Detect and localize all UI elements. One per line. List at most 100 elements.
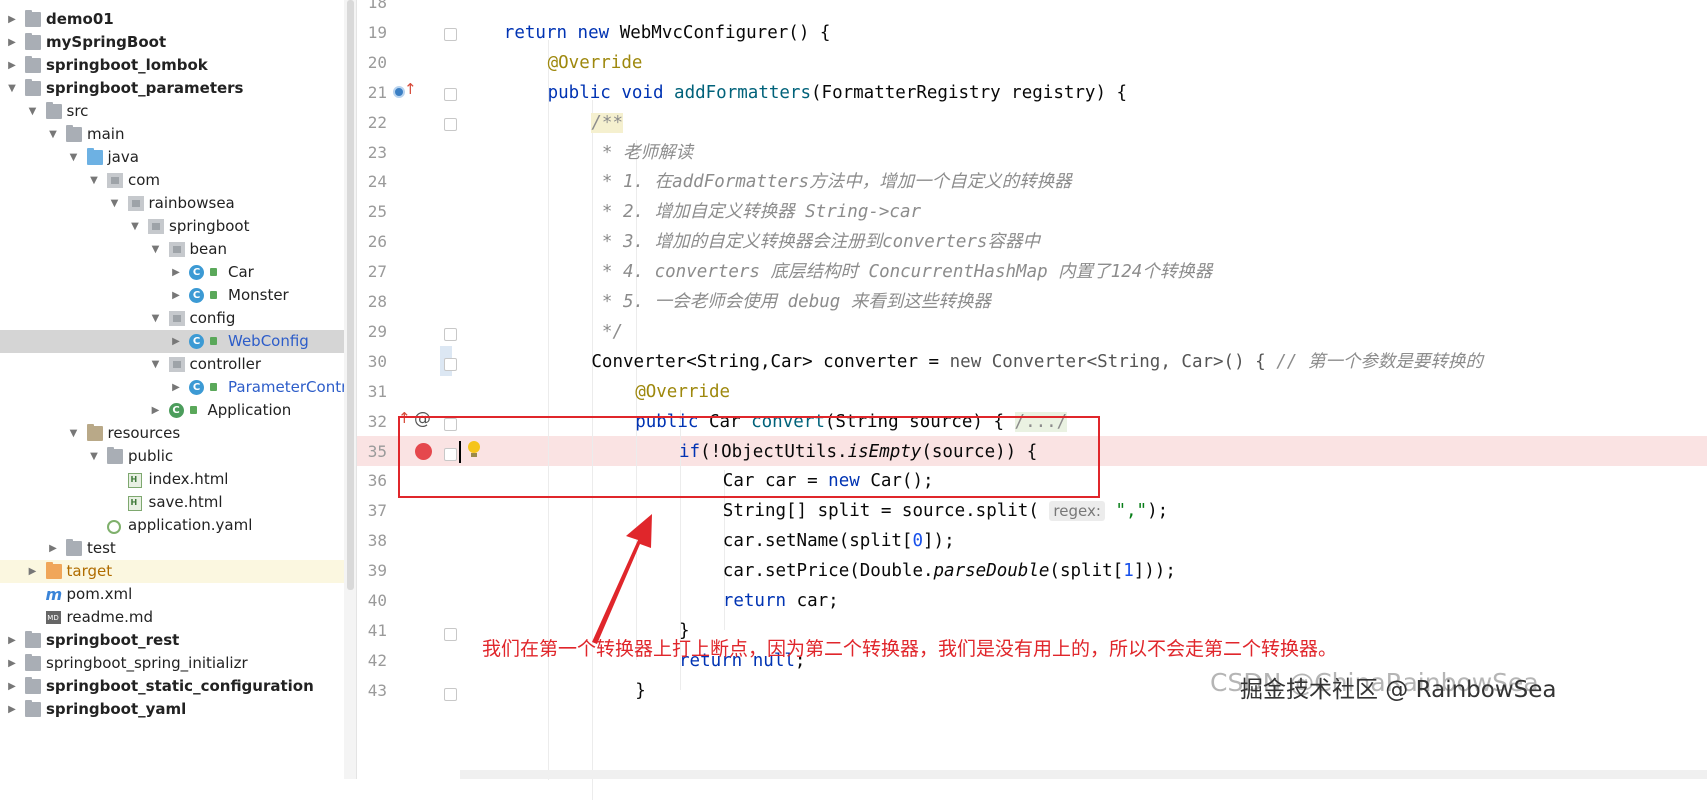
code-line[interactable]: car.setPrice(Double.parseDouble(split[1]… xyxy=(723,556,1176,586)
tree-item[interactable]: ▶ C WebConfig xyxy=(0,330,344,353)
code-line[interactable]: } xyxy=(635,676,646,706)
chevron-right-icon[interactable]: ▶ xyxy=(47,537,59,560)
tree-scrollbar-thumb[interactable] xyxy=(347,0,354,590)
fold-marker-icon[interactable] xyxy=(444,628,457,641)
code-line[interactable]: * 3. 增加的自定义转换器会注册到converters容器中 xyxy=(591,227,1040,257)
code-line[interactable]: */ xyxy=(591,317,623,347)
implements-arrow-icon[interactable]: ↑ xyxy=(404,80,417,98)
chevron-down-icon[interactable]: ▼ xyxy=(47,123,59,146)
tree-item[interactable]: ▼ springboot xyxy=(0,215,344,238)
code-token: */ xyxy=(591,321,623,342)
code-token: * 5. 一会老师会使用 debug 来看到这些转换器 xyxy=(591,292,991,312)
fold-marker-icon[interactable] xyxy=(444,88,457,101)
tree-item[interactable]: ▶ C ParameterControlle xyxy=(0,376,356,399)
code-line[interactable]: Converter<String,Car> converter = new Co… xyxy=(591,347,1482,377)
tree-item[interactable]: ▶ target xyxy=(0,560,344,583)
tree-item[interactable]: MD readme.md xyxy=(0,606,344,629)
chevron-right-icon[interactable]: ▶ xyxy=(6,31,18,54)
tree-item[interactable]: ▶ demo01 xyxy=(0,8,344,31)
chevron-down-icon[interactable]: ▼ xyxy=(6,77,18,100)
chevron-right-icon[interactable]: ▶ xyxy=(6,698,18,721)
tree-item[interactable]: ▼ src xyxy=(0,100,344,123)
chevron-down-icon[interactable]: ▼ xyxy=(109,192,121,215)
tree-item[interactable]: ▼ main xyxy=(0,123,344,146)
tree-item[interactable]: ▶ springboot_yaml xyxy=(0,698,344,721)
chevron-right-icon[interactable]: ▶ xyxy=(6,8,18,31)
code-line[interactable]: public void addFormatters(FormatterRegis… xyxy=(548,78,1127,108)
chevron-down-icon[interactable]: ▼ xyxy=(150,307,162,330)
code-line[interactable]: /** xyxy=(591,108,623,138)
tree-item[interactable]: application.yaml xyxy=(0,514,344,537)
fold-marker-icon[interactable] xyxy=(444,358,457,371)
chevron-right-icon[interactable]: ▶ xyxy=(170,284,182,307)
tree-item-label: springboot_lombok xyxy=(46,56,208,74)
code-token: * 2. 增加自定义转换器 String->car xyxy=(591,202,922,223)
chevron-right-icon[interactable]: ▶ xyxy=(6,652,18,675)
tree-item[interactable]: index.html xyxy=(0,468,344,491)
chevron-right-icon[interactable]: ▶ xyxy=(6,675,18,698)
chevron-right-icon[interactable]: ▶ xyxy=(6,629,18,652)
chevron-down-icon[interactable]: ▼ xyxy=(68,146,80,169)
code-line[interactable]: String[] split = source.split( regex: ",… xyxy=(723,496,1168,526)
code-line[interactable]: @Override xyxy=(548,48,643,78)
tree-item[interactable]: ▶ springboot_rest xyxy=(0,629,344,652)
fold-marker-icon[interactable] xyxy=(444,688,457,701)
code-line[interactable]: * 2. 增加自定义转换器 String->car xyxy=(591,197,921,227)
code-line[interactable]: * 1. 在addFormatters方法中，增加一个自定义的转换器 xyxy=(591,167,1072,197)
chevron-right-icon[interactable]: ▶ xyxy=(170,376,182,399)
tree-item[interactable]: ▼ bean xyxy=(0,238,344,261)
code-token: new Converter<String, Car>() { xyxy=(949,351,1277,372)
tree-item[interactable]: ▶ mySpringBoot xyxy=(0,31,344,54)
code-line[interactable]: * 4. converters 底层结构时 ConcurrentHashMap … xyxy=(591,257,1212,287)
chevron-down-icon[interactable]: ▼ xyxy=(150,238,162,261)
chevron-down-icon[interactable]: ▼ xyxy=(88,445,100,468)
tree-item[interactable]: ▶ C Car xyxy=(0,261,344,284)
access-lock-icon xyxy=(210,337,217,345)
tree-item[interactable]: ▼ springboot_parameters xyxy=(0,77,344,100)
tree-item[interactable]: ▼ resources xyxy=(0,422,344,445)
tree-item[interactable]: save.html xyxy=(0,491,344,514)
tree-item-label: application.yaml xyxy=(128,516,253,534)
tree-item[interactable]: ▶ C Application xyxy=(0,399,344,422)
tree-item[interactable]: ▶ springboot_static_configuration xyxy=(0,675,344,698)
editor-horizontal-scrollbar[interactable] xyxy=(460,770,1707,779)
tree-item[interactable]: ▶ springboot_lombok xyxy=(0,54,344,77)
package-icon xyxy=(107,173,123,188)
code-line[interactable]: return car; xyxy=(723,586,839,616)
tree-item[interactable]: ▼ config xyxy=(0,307,344,330)
tree-item[interactable]: ▶ C Monster xyxy=(0,284,344,307)
tree-item[interactable]: ▼ controller xyxy=(0,353,344,376)
tree-item[interactable]: m pom.xml xyxy=(0,583,344,606)
code-line[interactable]: return new WebMvcConfigurer() { xyxy=(504,18,831,48)
fold-marker-icon[interactable] xyxy=(444,28,457,41)
code-line[interactable]: car.setName(split[0]); xyxy=(723,526,955,556)
tree-item[interactable]: ▼ rainbowsea xyxy=(0,192,344,215)
code-line[interactable]: * 5. 一会老师会使用 debug 来看到这些转换器 xyxy=(591,287,991,317)
fold-marker-icon[interactable] xyxy=(444,328,457,341)
code-token: "," xyxy=(1104,501,1148,522)
chevron-down-icon[interactable]: ▼ xyxy=(68,422,80,445)
chevron-down-icon[interactable]: ▼ xyxy=(129,215,141,238)
chevron-down-icon[interactable]: ▼ xyxy=(27,100,39,123)
chevron-right-icon[interactable]: ▶ xyxy=(150,399,162,422)
tree-item[interactable]: ▼ java xyxy=(0,146,344,169)
code-line[interactable]: * 老师解读 xyxy=(591,138,693,168)
chevron-right-icon[interactable]: ▶ xyxy=(170,261,182,284)
tree-item[interactable]: ▼ public xyxy=(0,445,344,468)
tree-item[interactable]: ▶ springboot_spring_initializr xyxy=(0,652,344,675)
tree-item[interactable]: ▼ com xyxy=(0,169,344,192)
watermark-juejin: 掘金技术社区 @ RainbowSea xyxy=(1240,677,1557,703)
tree-item[interactable]: ▶ test xyxy=(0,537,344,560)
code-line[interactable]: @Override xyxy=(635,377,730,407)
chevron-down-icon[interactable]: ▼ xyxy=(150,353,162,376)
chevron-down-icon[interactable]: ▼ xyxy=(88,169,100,192)
tree-item-label: Monster xyxy=(228,286,289,304)
line-number: 24 xyxy=(367,172,387,192)
code-token: return xyxy=(722,591,797,611)
chevron-right-icon[interactable]: ▶ xyxy=(170,330,182,353)
tree-item-label: springboot xyxy=(169,217,250,235)
chevron-right-icon[interactable]: ▶ xyxy=(27,560,39,583)
fold-marker-icon[interactable] xyxy=(444,118,457,131)
chevron-right-icon[interactable]: ▶ xyxy=(6,54,18,77)
indent-guide xyxy=(548,40,549,780)
